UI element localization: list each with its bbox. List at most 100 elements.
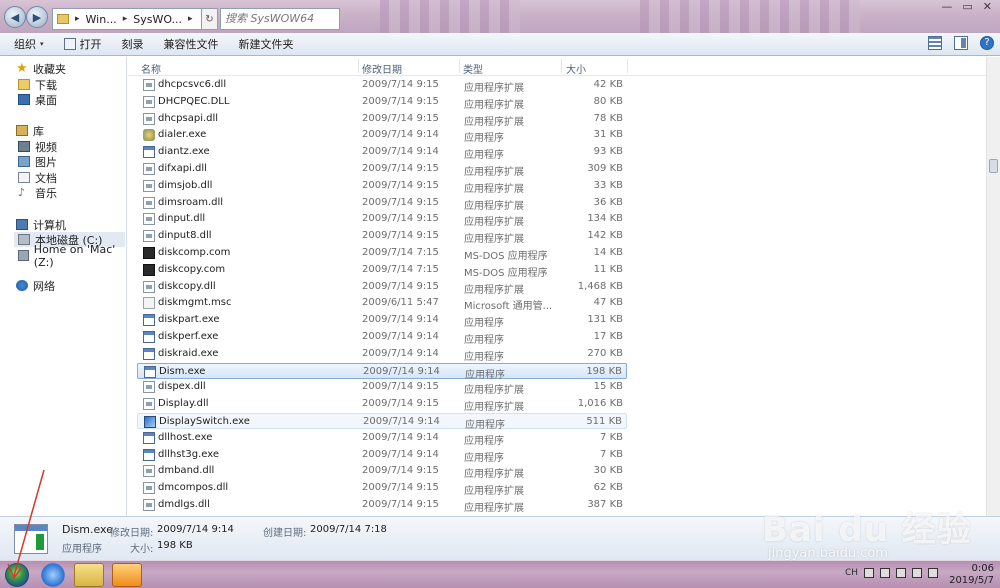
open-button[interactable]: 打开 <box>58 36 108 52</box>
close-button[interactable]: ✕ <box>983 0 992 13</box>
file-row[interactable]: dmdlgs.dll 2009/7/14 9:15 应用程序扩展 387 KB <box>137 497 627 514</box>
clock[interactable]: 0:06 2019/5/7 <box>949 563 994 587</box>
help-icon[interactable]: ? <box>980 36 994 50</box>
column-header-date[interactable]: 修改日期 <box>362 61 402 76</box>
maximize-button[interactable]: ▭ <box>962 0 972 13</box>
breadcrumb-item[interactable]: SysWO... <box>133 13 182 26</box>
organize-button[interactable]: 组织 ▾ <box>8 36 50 52</box>
help-tray-icon[interactable] <box>880 568 890 578</box>
nav-desktop[interactable]: 桌面 <box>18 92 57 107</box>
vertical-scrollbar[interactable] <box>986 57 1000 516</box>
network-drive-icon <box>18 250 29 261</box>
file-type: 应用程序扩展 <box>464 83 524 94</box>
nav-music[interactable]: ♪ 音乐 <box>18 185 57 200</box>
file-name: diantz.exe <box>158 146 210 158</box>
input-language-indicator[interactable]: CH <box>845 568 858 578</box>
breadcrumb-separator-icon[interactable]: ▸ <box>123 14 128 24</box>
file-size: 1,016 KB <box>577 398 623 410</box>
compat-files-button[interactable]: 兼容性文件 <box>158 36 225 52</box>
internet-explorer-icon[interactable] <box>38 563 68 587</box>
column-header-size[interactable]: 大小 <box>566 61 586 76</box>
file-row[interactable]: diskcomp.com 2009/7/14 7:15 MS-DOS 应用程序 14 … <box>137 245 627 262</box>
start-button-icon[interactable] <box>5 563 29 587</box>
file-name: diskperf.exe <box>158 331 219 342</box>
nav-libraries[interactable]: 库 <box>16 123 44 138</box>
column-divider[interactable] <box>459 59 460 73</box>
file-row[interactable]: diskperf.exe 2009/7/14 9:14 应用程序 17 KB <box>137 329 627 346</box>
preview-pane-icon[interactable] <box>954 36 968 50</box>
nav-computer[interactable]: 计算机 <box>16 217 66 232</box>
file-row[interactable]: Dism.exe 2009/7/14 9:14 应用程序 198 KB <box>137 362 627 381</box>
scrollbar-thumb[interactable] <box>989 159 998 173</box>
nav-mac-home[interactable]: Home on 'Mac' (Z:) <box>18 243 126 269</box>
network-tray-icon[interactable] <box>912 568 922 578</box>
file-type: 应用程序扩展 <box>464 200 524 212</box>
file-row[interactable]: dmcompos.dll 2009/7/14 9:15 应用程序扩展 62 KB <box>137 480 627 497</box>
file-type: 应用程序扩展 <box>464 99 524 111</box>
file-row[interactable]: dispex.dll 2009/7/14 9:15 应用程序扩展 15 KB <box>137 379 627 396</box>
nav-pictures[interactable]: 图片 <box>18 154 57 169</box>
column-divider[interactable] <box>627 59 628 73</box>
file-row[interactable]: DHCPQEC.DLL 2009/7/14 9:15 应用程序扩展 80 KB <box>137 94 627 111</box>
file-name: DHCPQEC.DLL <box>158 95 230 107</box>
nav-favorites[interactable]: ★ 收藏夹 <box>16 61 66 76</box>
nav-label: 图片 <box>35 155 57 169</box>
nav-videos[interactable]: 视频 <box>18 139 57 154</box>
file-row[interactable]: dialer.exe 2009/7/14 9:14 应用程序 31 KB <box>137 127 627 144</box>
nav-documents[interactable]: 文档 <box>18 170 57 185</box>
volume-icon[interactable] <box>928 568 938 578</box>
file-row[interactable]: dimsroam.dll 2009/7/14 9:15 应用程序扩展 36 KB <box>137 195 627 212</box>
file-row[interactable]: Display.dll 2009/7/14 9:15 应用程序扩展 1,016 KB <box>137 396 627 413</box>
file-size: 387 KB <box>587 499 623 510</box>
column-header-type[interactable]: 类型 <box>463 61 483 76</box>
file-size: 11 KB <box>593 263 623 275</box>
file-type: 应用程序 <box>465 420 505 431</box>
address-bar[interactable]: ▸ Win... ▸ SysWO... ▸ <box>52 8 202 30</box>
file-date: 2009/7/14 9:15 <box>362 95 439 107</box>
file-row[interactable]: diskcopy.dll 2009/7/14 9:15 应用程序扩展 1,468 KB <box>137 279 627 296</box>
file-row[interactable]: diskmgmt.msc 2009/6/11 5:47 Microsoft 通用管.… <box>137 295 627 312</box>
search-input[interactable]: 搜索 SysWOW64 <box>220 8 340 30</box>
file-row[interactable]: diskpart.exe 2009/7/14 9:14 应用程序 131 KB <box>137 312 627 329</box>
action-center-icon[interactable] <box>896 568 906 578</box>
file-row[interactable]: dmband.dll 2009/7/14 9:15 应用程序扩展 30 KB <box>137 463 627 480</box>
breadcrumb-item[interactable]: Win... <box>86 13 117 26</box>
forward-button[interactable]: ▶ <box>26 6 48 28</box>
file-row[interactable]: dllhst3g.exe 2009/7/14 9:14 应用程序 7 KB <box>137 447 627 464</box>
chevron-down-icon: ▾ <box>40 40 44 48</box>
file-row[interactable]: dimsjob.dll 2009/7/14 9:15 应用程序扩展 33 KB <box>137 178 627 195</box>
file-date: 2009/7/14 9:15 <box>362 280 439 292</box>
file-row[interactable]: dinput8.dll 2009/7/14 9:15 应用程序扩展 142 KB <box>137 228 627 245</box>
column-header-name[interactable]: 名称 <box>141 61 161 76</box>
open-label: 打开 <box>79 38 102 51</box>
tray-app-icon[interactable] <box>864 568 874 578</box>
file-row[interactable]: dinput.dll 2009/7/14 9:15 应用程序扩展 134 KB <box>137 211 627 228</box>
file-row[interactable]: dhcpcsvc6.dll 2009/7/14 9:15 应用程序扩展 42 KB <box>137 77 627 94</box>
file-row[interactable]: diskcopy.com 2009/7/14 7:15 MS-DOS 应用程序 11 … <box>137 262 627 279</box>
column-divider[interactable] <box>358 59 359 73</box>
exe-file-icon <box>143 331 155 343</box>
media-player-icon[interactable] <box>112 563 142 587</box>
nav-downloads[interactable]: 下载 <box>18 77 57 92</box>
file-row[interactable]: dllhost.exe 2009/7/14 9:14 应用程序 7 KB <box>137 430 627 447</box>
file-row[interactable]: diantz.exe 2009/7/14 9:14 应用程序 93 KB <box>137 144 627 161</box>
dll-file-icon <box>143 179 155 192</box>
dll-file-icon <box>143 213 155 226</box>
refresh-button[interactable]: ↻ <box>202 8 218 30</box>
dll-file-icon <box>143 381 155 394</box>
back-button[interactable]: ◀ <box>4 6 26 28</box>
file-row[interactable]: diskraid.exe 2009/7/14 9:14 应用程序 270 KB <box>137 346 627 363</box>
column-divider[interactable] <box>561 59 562 73</box>
minimize-button[interactable]: — <box>941 0 952 13</box>
file-explorer-icon[interactable] <box>74 563 104 587</box>
file-row[interactable]: dhcpsapi.dll 2009/7/14 9:15 应用程序扩展 78 KB <box>137 111 627 128</box>
nav-network[interactable]: 网络 <box>16 278 55 293</box>
file-row[interactable]: difxapi.dll 2009/7/14 9:15 应用程序扩展 309 KB <box>137 161 627 178</box>
new-folder-button[interactable]: 新建文件夹 <box>233 36 300 52</box>
file-row[interactable]: DisplaySwitch.exe 2009/7/14 9:14 应用程序 511 K… <box>137 413 627 431</box>
change-view-icon[interactable] <box>928 36 942 50</box>
breadcrumb-separator-icon[interactable]: ▸ <box>188 14 193 24</box>
burn-button[interactable]: 刻录 <box>116 36 150 52</box>
file-size: 134 KB <box>587 213 623 225</box>
breadcrumb-separator-icon[interactable]: ▸ <box>75 14 80 24</box>
